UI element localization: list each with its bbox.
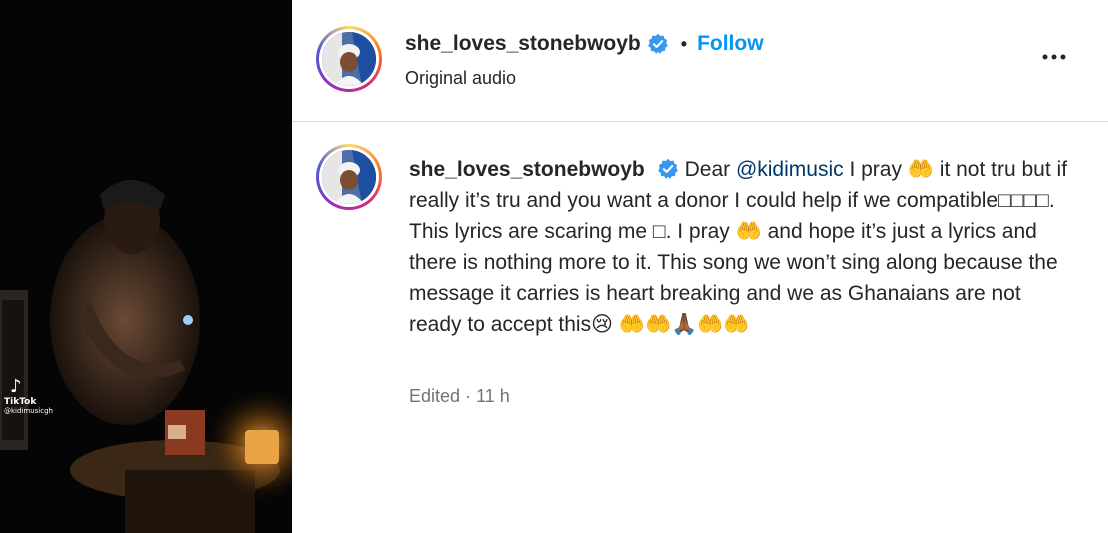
tiktok-icon: ♪	[10, 376, 22, 397]
comment-username[interactable]: she_loves_stonebwoyb	[409, 158, 645, 181]
video-media[interactable]: ♪ TikTok @kidimusicgh	[0, 0, 292, 533]
author-username[interactable]: she_loves_stonebwoyb	[405, 32, 641, 56]
comment-text-rest: I pray 🤲 it not tru but if really it’s t…	[409, 158, 1068, 336]
mention-link[interactable]: @kidimusic	[736, 158, 844, 181]
post-panel: she_loves_stonebwoyb • Follow Original a…	[292, 0, 1108, 533]
comment-meta: Edited · 11 h	[409, 386, 510, 407]
verified-badge-icon	[647, 33, 668, 54]
tiktok-watermark: ♪ TikTok @kidimusicgh	[4, 376, 53, 416]
more-options-icon[interactable]	[1040, 45, 1068, 69]
audio-label[interactable]: Original audio	[405, 68, 516, 89]
comment-avatar[interactable]	[316, 144, 382, 210]
edited-label: Edited	[409, 386, 461, 406]
timestamp[interactable]: 11 h	[476, 386, 510, 406]
meta-dot: ·	[465, 386, 472, 406]
video-frame	[0, 0, 292, 533]
tiktok-handle: @kidimusicgh	[4, 407, 53, 415]
separator-dot: •	[680, 33, 688, 54]
author-avatar[interactable]	[316, 26, 382, 92]
verified-badge-icon	[657, 158, 678, 179]
tiktok-brand: TikTok	[4, 397, 37, 407]
comment-body: she_loves_stonebwoyb Dear @kidimusic I p…	[409, 154, 1069, 340]
follow-button[interactable]: Follow	[697, 32, 764, 56]
post-header: she_loves_stonebwoyb • Follow Original a…	[292, 0, 1108, 122]
comment-text-start: Dear	[684, 158, 736, 181]
